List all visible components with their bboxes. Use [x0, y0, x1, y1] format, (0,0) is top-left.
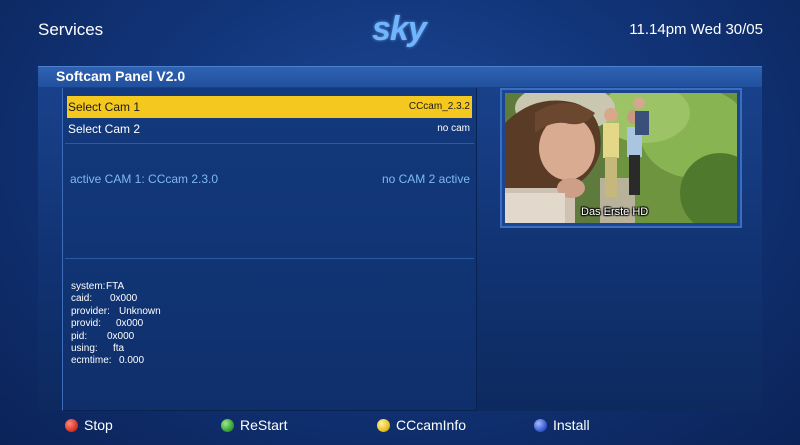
info-key: system: [71, 281, 106, 292]
info-ecmtime: ecmtime: 0.000 [71, 355, 161, 367]
yellow-button-icon [377, 419, 390, 432]
cam-list: Select Cam 1 CCcam_2.3.2 Select Cam 2 no… [62, 88, 477, 411]
video-frame-image [505, 93, 737, 223]
panel-header: Softcam Panel V2.0 [38, 66, 762, 87]
info-using: using: fta [71, 343, 161, 355]
stop-label: Stop [84, 417, 113, 433]
info-key: provid: [71, 318, 102, 330]
info-key: caid: [71, 293, 93, 305]
info-key: provider: [71, 305, 110, 317]
active-cam-1-text: active CAM 1: CCcam 2.3.0 [70, 172, 219, 186]
softcam-panel: Softcam Panel V2.0 Select Cam 1 CCcam_2.… [38, 66, 762, 411]
clock: 11.14pm Wed 30/05 [629, 21, 763, 38]
select-cam-2-row[interactable]: Select Cam 2 no cam [67, 118, 472, 140]
info-key: ecmtime: [71, 355, 112, 367]
install-label: Install [553, 417, 590, 433]
info-value: 0x000 [110, 293, 138, 305]
info-system: system:FTA [71, 281, 161, 293]
info-value: 0x000 [116, 318, 144, 330]
info-provider: provider: Unknown [71, 306, 161, 318]
info-key: using: [71, 342, 98, 354]
select-cam-1-row[interactable]: Select Cam 1 CCcam_2.3.2 [67, 96, 472, 118]
panel-title: Softcam Panel V2.0 [56, 68, 186, 84]
restart-label: ReStart [240, 417, 288, 433]
channel-name: Das Erste HD [581, 206, 649, 218]
info-value: 0.000 [119, 355, 145, 367]
info-value: 0x000 [107, 330, 135, 342]
active-cam-status: active CAM 1: CCcam 2.3.0 no CAM 2 activ… [70, 172, 470, 188]
row-value: no cam [437, 123, 470, 134]
green-button-icon [221, 419, 234, 432]
red-button-icon [65, 419, 78, 432]
info-pid: pid: 0x000 [71, 331, 161, 343]
blue-button-icon [534, 419, 547, 432]
tv-preview-frame: Das Erste HD [500, 88, 742, 228]
info-key: pid: [71, 330, 88, 342]
row-label: Select Cam 2 [68, 122, 141, 136]
row-label: Select Cam 1 [68, 100, 141, 114]
row-value: CCcam_2.3.2 [408, 101, 470, 112]
sky-logo: sky [372, 10, 427, 48]
tv-preview: Das Erste HD [505, 93, 737, 223]
active-cam-2-text: no CAM 2 active [381, 172, 470, 186]
info-value: FTA [106, 281, 125, 292]
info-value: fta [113, 342, 125, 354]
info-value: Unknown [119, 305, 161, 317]
screen-title: Services [38, 20, 104, 39]
info-caid: caid: 0x000 [71, 293, 161, 305]
divider [65, 143, 474, 144]
ecm-info: system:FTA caid: 0x000 provider: Unknown p… [71, 281, 161, 368]
info-provid: provid: 0x000 [71, 318, 161, 330]
divider [65, 258, 474, 259]
cccaminfo-label: CCcamInfo [396, 417, 467, 433]
